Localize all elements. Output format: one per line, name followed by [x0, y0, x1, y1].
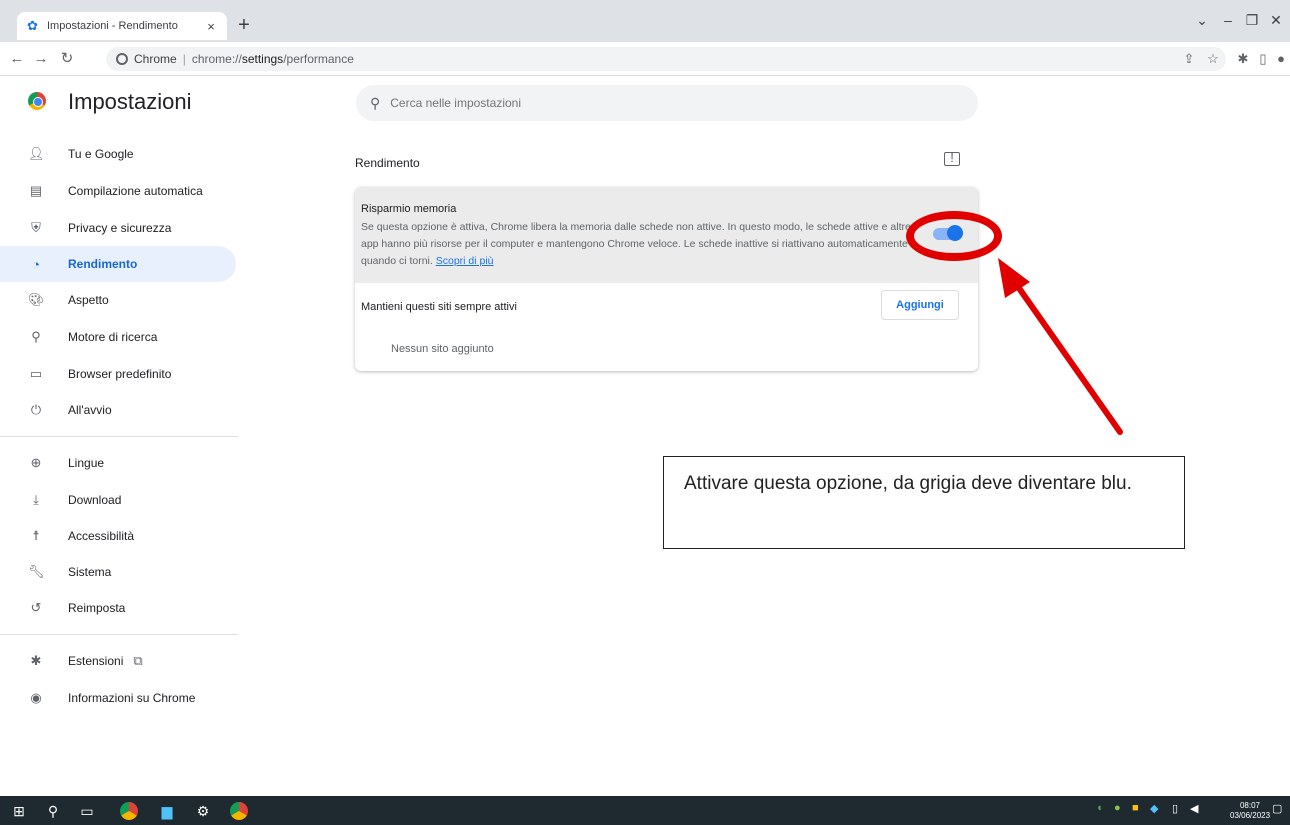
settings-gear-icon[interactable]: ⚙: [194, 802, 212, 820]
screen: ✿ Impostazioni - Rendimento × + ⌄ – ❐ ✕ …: [0, 0, 1290, 825]
chrome-taskbar-icon-2[interactable]: [230, 802, 248, 820]
battery-icon[interactable]: ▯: [1172, 802, 1178, 815]
annotation-arrow: [998, 258, 1123, 435]
tray-app-icon-4[interactable]: ◆: [1150, 802, 1158, 815]
tray-app-icon[interactable]: ◖: [1096, 802, 1103, 814]
taskbar-clock[interactable]: 08:07 03/06/2023: [1230, 801, 1270, 821]
tray-app-icon-2[interactable]: ●: [1114, 802, 1121, 814]
file-explorer-icon[interactable]: ▆: [158, 802, 176, 820]
task-view-icon[interactable]: ▭: [78, 802, 96, 820]
windows-taskbar: ⊞ ⚲ ▭ ▆ ⚙ ◖ ● ■ ◆ ▯ ◀ ▢: [0, 796, 1290, 825]
clock-date: 03/06/2023: [1230, 811, 1271, 820]
search-icon[interactable]: ⚲: [44, 802, 62, 820]
windows-start-icon[interactable]: ⊞: [10, 802, 28, 820]
notification-icon[interactable]: ▢: [1272, 802, 1282, 815]
chrome-taskbar-icon[interactable]: [120, 802, 138, 820]
annotation-note: Attivare questa opzione, da grigia deve …: [663, 456, 1185, 549]
volume-icon[interactable]: ◀: [1190, 802, 1198, 815]
clock-time: 08:07: [1239, 801, 1261, 810]
tray-app-icon-3[interactable]: ■: [1132, 802, 1139, 814]
